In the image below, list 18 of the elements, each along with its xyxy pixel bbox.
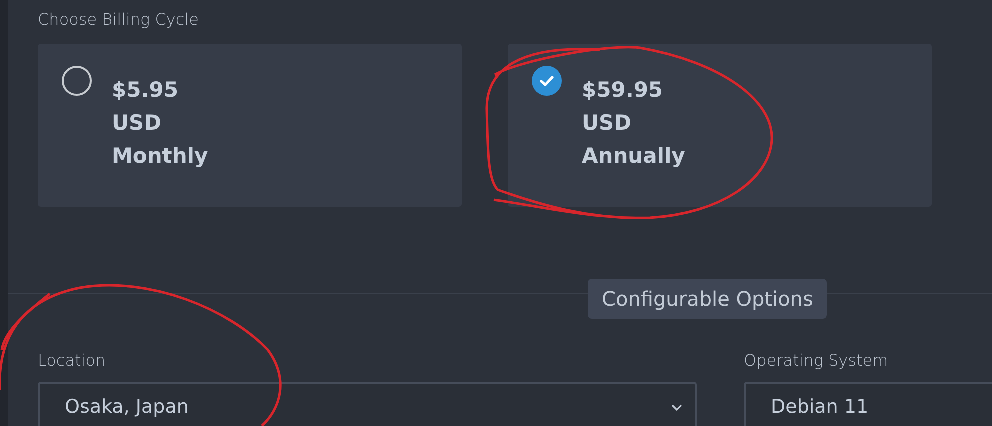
chevron-down-icon — [671, 404, 683, 412]
dropdown-field[interactable]: Osaka, Japan — [38, 382, 697, 426]
dropdown-field[interactable]: Debian 11 — [744, 382, 992, 426]
field-label: Location — [38, 351, 106, 370]
billing-period: Annually — [582, 143, 686, 170]
field-label: Operating System — [744, 351, 888, 370]
radio-button[interactable] — [532, 66, 562, 96]
radio-button[interactable] — [62, 66, 92, 96]
currency: USD — [582, 110, 633, 137]
price: $5.95 — [112, 77, 180, 104]
billing-option-card[interactable]: $59.95 USD Annually — [508, 44, 932, 207]
section-heading: Configurable Options — [588, 279, 828, 319]
billing-option-card[interactable]: $5.95 USD Monthly — [38, 44, 462, 207]
price: $59.95 — [582, 77, 664, 104]
section-title: Choose Billing Cycle — [38, 10, 199, 29]
currency: USD — [112, 110, 163, 137]
check-icon — [540, 76, 554, 86]
billing-period: Monthly — [112, 143, 208, 170]
